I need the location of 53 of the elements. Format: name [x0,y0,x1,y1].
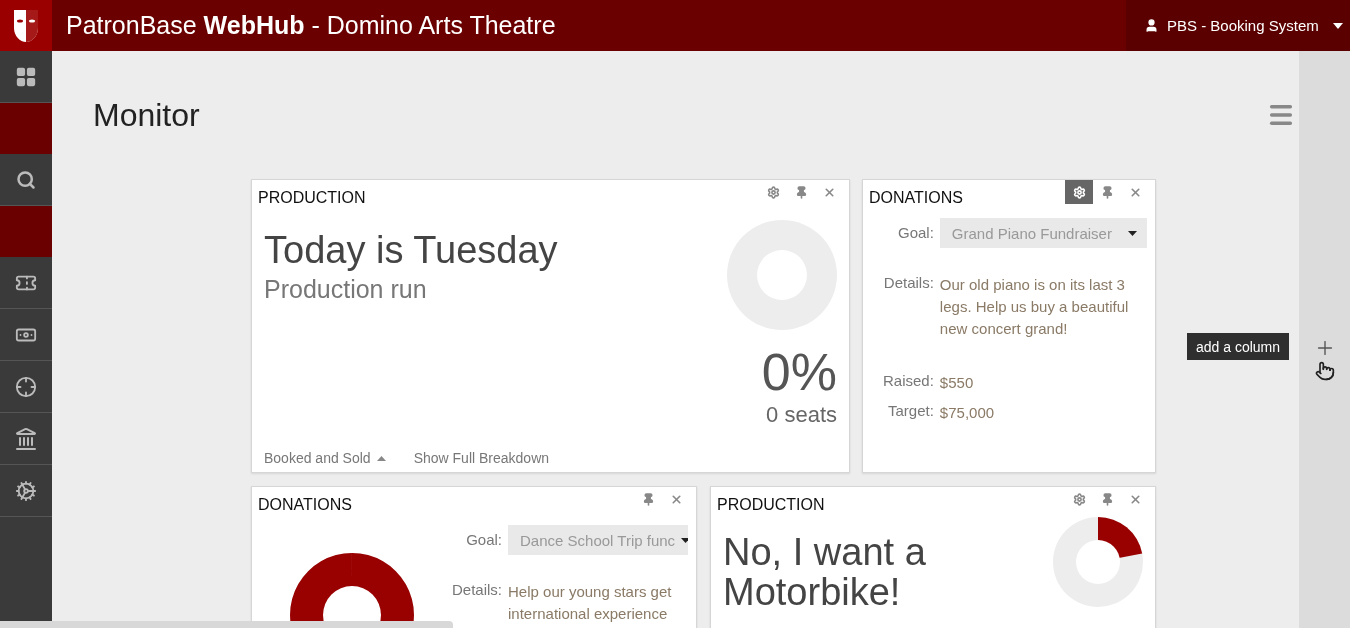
details-label: Details: [883,274,934,291]
production-subheading: Production run [264,275,428,305]
card-title: DONATIONS [258,496,352,514]
pin-icon [1100,185,1114,199]
theatre-mask-logo [12,7,40,44]
target-label: Target: [887,402,934,419]
sidebar-accent-block [0,103,52,154]
caret-up-icon [376,455,386,461]
details-text: Help our young stars get international experience [508,582,673,624]
caret-icon [1332,22,1343,29]
production-heading: Today is Tuesday [264,228,559,273]
raised-amount: $550 [939,373,975,393]
pin-icon [1100,492,1114,506]
card-title: PRODUCTION [717,496,825,514]
sold-percentage: 0% [761,342,837,402]
user-icon [1144,18,1159,33]
card-title: PRODUCTION [258,189,366,207]
settings-icon [766,185,780,199]
goal-label: Goal: [465,531,503,548]
details-label: Details: [452,581,503,598]
close-icon [822,185,836,199]
add-column-tooltip: add a column [1187,333,1289,360]
app-title: PatronBase WebHub - Domino Arts Theatre [65,10,557,41]
seats-count: 0 seats [766,402,837,428]
close-icon [669,492,683,506]
caret-icon [1128,230,1137,236]
crosshair-icon [15,375,37,398]
target-amount: $75,000 [939,403,996,423]
breakdown-link[interactable]: Show Full Breakdown [413,450,550,466]
sidebar-accent-block [0,206,52,257]
details-text: Our old piano is on its last 3 legs. Help us buy a beautiful new concert grand! [939,275,1130,339]
production-heading: No, I want a Motorbike! [723,533,927,613]
building-icon [14,426,38,451]
pin-icon [641,492,655,506]
close-icon [1128,492,1142,506]
card-title: DONATIONS [869,189,963,207]
settings-button[interactable] [1065,180,1093,204]
close-icon [1128,185,1142,199]
caret-icon [681,537,688,543]
gear-icon [15,479,37,502]
goal-label: Goal: [897,224,934,241]
raised-label: Raised: [883,372,934,389]
pin-icon [794,185,808,199]
grid-icon [15,65,37,88]
horizontal-scrollbar[interactable] [0,621,453,628]
settings-icon [1072,492,1086,506]
settings-icon [1072,185,1086,199]
goal-select[interactable]: Dance School Trip func [508,525,688,555]
search-icon [16,169,36,190]
page-title: Monitor [93,96,200,134]
breakdown-link[interactable]: Booked and Sold [264,450,386,466]
hand-cursor-icon [1314,361,1335,381]
user-menu-button[interactable]: PBS - Booking System [1126,0,1350,51]
